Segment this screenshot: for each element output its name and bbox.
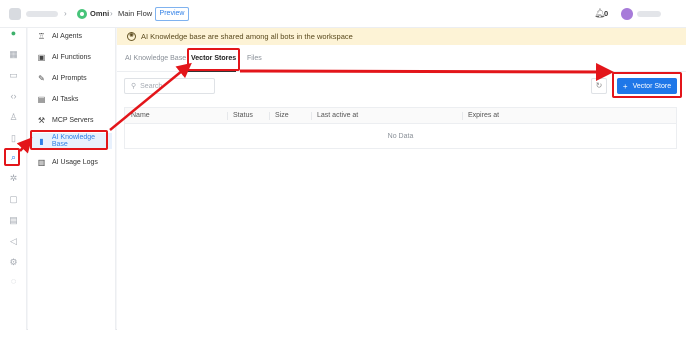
search-icon: ⚲ [131, 83, 137, 90]
sidebar-item-ai-usage-logs[interactable]: ▥ AI Usage Logs [32, 154, 112, 170]
column-header-size[interactable]: Size [275, 112, 289, 119]
task-icon: ▤ [37, 94, 46, 104]
sidebar-item-ai-functions[interactable]: ▣ AI Functions [32, 49, 112, 65]
workspace-name-redacted[interactable] [26, 11, 58, 17]
chevron-right-icon: › [110, 9, 113, 18]
column-header-status[interactable]: Status [233, 112, 253, 119]
info-banner: ✺ AI Knowledge base are shared among all… [117, 28, 686, 45]
refresh-icon: ↻ [595, 81, 603, 90]
avatar[interactable] [621, 8, 633, 20]
message-icon[interactable]: ▢ [8, 194, 19, 205]
sidebar-item-label: AI Usage Logs [52, 158, 98, 166]
inbox-icon[interactable]: ▭ [8, 70, 19, 81]
sidebar-item-label: AI Functions [52, 53, 91, 61]
chart-icon: ▥ [37, 157, 46, 167]
tab-ai-knowledge-base[interactable]: AI Knowledge Base [125, 55, 186, 62]
user-icon[interactable]: ♙ [8, 112, 19, 123]
sidebar-item-ai-agents[interactable]: ♖ AI Agents [32, 28, 112, 44]
breadcrumb-page[interactable]: Main Flow [118, 9, 152, 18]
notification-count: 0 [604, 9, 609, 18]
sidebar-item-label: MCP Servers [52, 116, 94, 124]
gear-icon[interactable]: ⚙︎ [8, 257, 19, 268]
sidebar-item-mcp-servers[interactable]: ⚒ MCP Servers [32, 112, 112, 128]
omni-channel-icon [77, 9, 87, 19]
icon-rail: ● ▦ ▭ ‹› ♙ ▯ ⌕ ✲ ▢ ▤ ◁ ⚙︎ ◌ [0, 28, 27, 330]
vector-stores-table: Name Status Size Last active at Expires … [124, 107, 677, 149]
column-divider [311, 112, 312, 120]
chevron-right-icon: › [64, 9, 67, 18]
settings-cog-icon[interactable]: ✲ [8, 173, 19, 184]
breadcrumb-app[interactable]: Omni [90, 9, 109, 18]
banner-text: AI Knowledge base are shared among all b… [141, 32, 353, 41]
help-icon[interactable]: ◌ [8, 276, 19, 287]
workspace-logo[interactable] [9, 8, 21, 20]
sidebar-item-ai-prompts[interactable]: ✎ AI Prompts [32, 70, 112, 86]
column-header-expires[interactable]: Expires at [468, 112, 499, 119]
top-bar: › Omni › Main Flow Preview 🔔︎ 0 [0, 0, 686, 28]
empty-state-text: No Data [387, 133, 414, 140]
preview-button[interactable]: Preview [155, 7, 189, 21]
sidebar-item-label: AI Tasks [52, 95, 79, 103]
sidebar-item-label: AI Prompts [52, 74, 87, 82]
refresh-button[interactable]: ↻ [591, 78, 607, 94]
grid-icon[interactable]: ▦ [8, 49, 19, 60]
search-input[interactable]: ⚲ Search [124, 78, 215, 94]
column-divider [462, 112, 463, 120]
book-icon[interactable]: ▯ [8, 133, 19, 144]
column-header-name[interactable]: Name [131, 112, 150, 119]
chat-icon[interactable]: ● [8, 28, 19, 39]
main-panel: ✺ AI Knowledge base are shared among all… [117, 28, 686, 330]
robot-icon: ♖ [37, 31, 46, 41]
tab-files[interactable]: Files [247, 55, 262, 62]
highlight-box-button [612, 72, 682, 98]
magic-icon: ✎ [38, 73, 45, 83]
column-header-last-active[interactable]: Last active at [317, 112, 358, 119]
code-icon[interactable]: ‹› [8, 91, 19, 102]
storage-icon[interactable]: ▤ [8, 215, 19, 226]
app-window: › Omni › Main Flow Preview 🔔︎ 0 ● ▦ ▭ ‹›… [0, 0, 686, 330]
highlight-box-rail [4, 148, 20, 166]
sidebar-item-ai-tasks[interactable]: ▤ AI Tasks [32, 91, 112, 107]
server-icon: ⚒ [37, 115, 46, 125]
highlight-box-sidebar [30, 130, 108, 150]
sidebar-item-label: AI Agents [52, 32, 82, 40]
info-icon: ✺ [127, 32, 136, 41]
column-divider [269, 112, 270, 120]
sidebar: ♖ AI Agents ▣ AI Functions ✎ AI Prompts … [28, 28, 116, 330]
function-icon: ▣ [37, 52, 46, 62]
megaphone-icon[interactable]: ◁ [8, 236, 19, 247]
table-header: Name Status Size Last active at Expires … [125, 108, 676, 124]
highlight-box-tab [187, 48, 240, 71]
column-divider [227, 112, 228, 120]
search-placeholder: Search [140, 82, 163, 90]
user-name-redacted[interactable] [637, 11, 661, 17]
